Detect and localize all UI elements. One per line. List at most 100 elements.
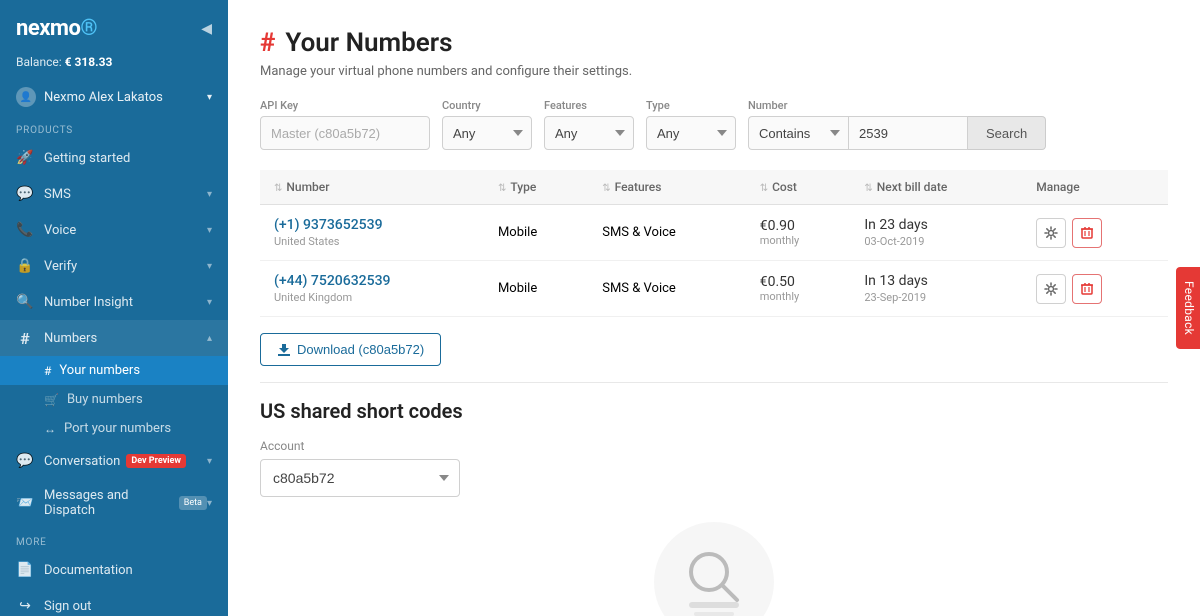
manage-buttons xyxy=(1036,274,1154,304)
table-row: (+1) 9373652539 United States Mobile SMS… xyxy=(260,205,1168,261)
user-menu-chevron: ▾ xyxy=(207,92,212,103)
hash-sub-icon: # xyxy=(44,364,51,378)
table-body: (+1) 9373652539 United States Mobile SMS… xyxy=(260,205,1168,317)
user-menu[interactable]: 👤 Nexmo Alex Lakatos ▾ xyxy=(0,79,228,115)
page-hash-icon: # xyxy=(260,28,275,58)
cell-next-bill: In 23 days 03-Oct-2019 xyxy=(850,205,1022,261)
sidebar-item-documentation[interactable]: 📄 Documentation xyxy=(0,552,228,588)
table-header: ⇅Number ⇅Type ⇅Features ⇅Cost ⇅Next bill… xyxy=(260,170,1168,205)
sidebar-item-number-insight[interactable]: 🔍 API Key Number Insight ▾ xyxy=(0,284,228,320)
sidebar-subitem-buy-numbers[interactable]: 🛒 Buy numbers xyxy=(0,385,228,414)
manage-settings-button[interactable] xyxy=(1036,218,1066,248)
cell-features: SMS & Voice xyxy=(588,205,745,261)
number-value-input[interactable] xyxy=(848,116,968,150)
logo: nexmo® xyxy=(16,16,97,41)
conversation-icon: 💬 xyxy=(16,452,34,470)
sidebar-item-messages-dispatch[interactable]: 📨 Messages and Dispatch Beta ▾ xyxy=(0,479,228,527)
manage-settings-button[interactable] xyxy=(1036,274,1066,304)
sidebar-item-label: SMS xyxy=(44,187,71,202)
more-label: MORE xyxy=(0,527,228,552)
sidebar-item-label: Conversation xyxy=(44,454,120,469)
page-subtitle: Manage your virtual phone numbers and co… xyxy=(260,64,1168,79)
sidebar-item-sign-out[interactable]: ↪ Sign out xyxy=(0,588,228,616)
user-name: Nexmo Alex Lakatos xyxy=(44,90,163,105)
number-label: Number xyxy=(748,99,1046,112)
short-codes-title: US shared short codes xyxy=(260,399,1168,423)
cost-period: monthly xyxy=(760,234,837,247)
col-type[interactable]: ⇅Type xyxy=(484,170,588,205)
page-title-row: # Your Numbers xyxy=(260,28,1168,58)
api-key-filter: API Key xyxy=(260,99,430,150)
numbers-table: ⇅Number ⇅Type ⇅Features ⇅Cost ⇅Next bill… xyxy=(260,170,1168,317)
cost-value: €0.50 xyxy=(760,274,837,290)
sidebar-item-conversation[interactable]: 💬 Conversation Dev Preview ▾ xyxy=(0,443,228,479)
number-country: United States xyxy=(274,235,470,248)
empty-illustration xyxy=(260,497,1168,616)
features-select[interactable]: Any xyxy=(544,116,634,150)
sidebar-subitem-label: Port your numbers xyxy=(64,421,171,436)
cell-cost: €0.90 monthly xyxy=(746,205,851,261)
type-filter: Type Any xyxy=(646,99,736,150)
account-group: Account c80a5b72 xyxy=(260,439,1168,497)
filter-row: API Key Country Any Features Any Type An… xyxy=(260,99,1168,150)
chevron-down-icon: ▾ xyxy=(207,261,212,272)
type-select[interactable]: Any xyxy=(646,116,736,150)
sidebar-item-voice[interactable]: 📞 Voice ▾ xyxy=(0,212,228,248)
account-label: Account xyxy=(260,439,1168,453)
rocket-icon: 🚀 xyxy=(16,149,34,167)
beta-badge: Beta xyxy=(179,496,207,510)
manage-delete-button[interactable] xyxy=(1072,274,1102,304)
section-divider xyxy=(260,382,1168,383)
number-value: (+1) 9373652539 xyxy=(274,217,470,233)
sidebar-item-label: Messages and Dispatch xyxy=(44,488,173,518)
number-filter: Number Contains Search xyxy=(748,99,1046,150)
page-title: Your Numbers xyxy=(285,28,452,58)
search-button[interactable]: Search xyxy=(968,116,1046,150)
col-number[interactable]: ⇅Number xyxy=(260,170,484,205)
account-select[interactable]: c80a5b72 xyxy=(260,459,460,497)
gear-icon xyxy=(1044,282,1058,296)
messages-icon: 📨 xyxy=(16,494,34,512)
sidebar-collapse-button[interactable]: ◀ xyxy=(201,20,212,37)
cell-manage xyxy=(1022,205,1168,261)
country-select[interactable]: Any xyxy=(442,116,532,150)
feedback-tab[interactable]: Feedback xyxy=(1176,267,1200,349)
cost-period: monthly xyxy=(760,290,837,303)
chevron-down-icon: ▾ xyxy=(207,189,212,200)
account-select-wrap: c80a5b72 xyxy=(260,459,460,497)
sidebar-item-label: Numbers xyxy=(44,331,97,346)
lock-icon: 🔒 xyxy=(16,257,34,275)
manage-delete-button[interactable] xyxy=(1072,218,1102,248)
col-next-bill[interactable]: ⇅Next bill date xyxy=(850,170,1022,205)
sms-icon: 💬 xyxy=(16,185,34,203)
cell-next-bill: In 13 days 23-Sep-2019 xyxy=(850,261,1022,317)
cell-features: SMS & Voice xyxy=(588,261,745,317)
cost-value: €0.90 xyxy=(760,218,837,234)
sidebar-item-label: Sign out xyxy=(44,599,91,614)
next-bill-date: 03-Oct-2019 xyxy=(864,235,1008,248)
sidebar-subitem-label: Buy numbers xyxy=(67,392,143,407)
sidebar-item-getting-started[interactable]: 🚀 Getting started xyxy=(0,140,228,176)
table-row: (+44) 7520632539 United Kingdom Mobile S… xyxy=(260,261,1168,317)
api-key-label: API Key xyxy=(260,99,430,112)
empty-state-svg xyxy=(649,517,779,616)
sidebar-item-sms[interactable]: 💬 SMS ▾ xyxy=(0,176,228,212)
cell-type: Mobile xyxy=(484,205,588,261)
chevron-down-icon: ▾ xyxy=(207,456,212,467)
sidebar-item-verify[interactable]: 🔒 Verify ▾ xyxy=(0,248,228,284)
cell-cost: €0.50 monthly xyxy=(746,261,851,317)
col-cost[interactable]: ⇅Cost xyxy=(746,170,851,205)
download-button[interactable]: Download (c80a5b72) xyxy=(260,333,441,366)
contains-select[interactable]: Contains xyxy=(748,116,848,150)
sidebar-item-numbers[interactable]: # Numbers ▴ xyxy=(0,320,228,356)
number-filter-row: Contains Search xyxy=(748,116,1046,150)
sidebar-subitem-your-numbers[interactable]: # Your numbers xyxy=(0,356,228,385)
col-features[interactable]: ⇅Features xyxy=(588,170,745,205)
balance-value: € 318.33 xyxy=(65,55,113,69)
trash-icon xyxy=(1081,282,1093,296)
hash-icon: # xyxy=(16,329,34,347)
sidebar-subitem-port-numbers[interactable]: ↔ Port your numbers xyxy=(0,414,228,443)
sidebar-item-label: Documentation xyxy=(44,563,133,578)
api-key-input[interactable] xyxy=(260,116,430,150)
download-button-label: Download (c80a5b72) xyxy=(297,342,424,357)
